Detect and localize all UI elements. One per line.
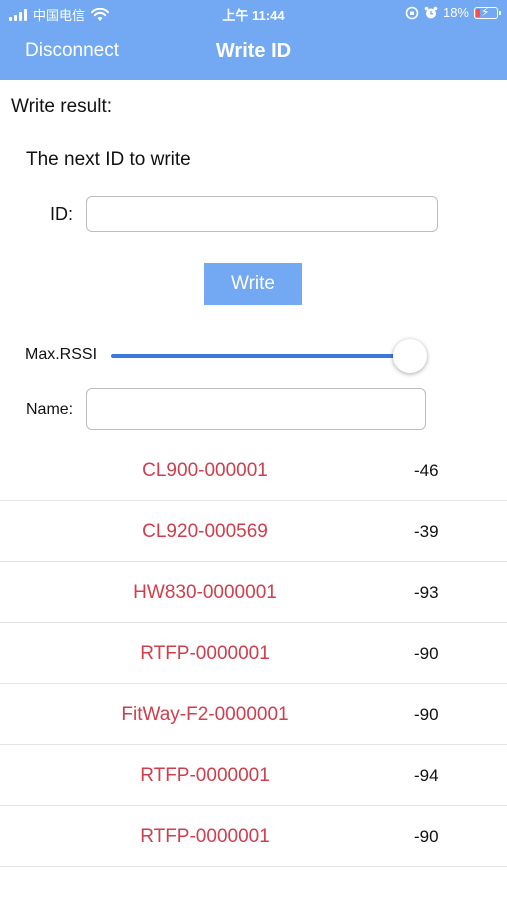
device-name: RTFP-0000001 [140, 826, 270, 847]
device-rssi: -46 [414, 461, 439, 480]
max-rssi-slider-thumb[interactable] [393, 339, 427, 373]
id-input[interactable] [86, 196, 438, 232]
header: 中国电信 上午 11:44 18% ⚡ Disconnect Write ID [0, 0, 507, 80]
device-name: CL900-000001 [142, 460, 268, 481]
orientation-lock-icon [405, 6, 419, 19]
device-name: CL920-000569 [142, 521, 268, 542]
id-label: ID: [50, 204, 74, 224]
device-row[interactable]: CL920-000569 -39 [0, 501, 507, 562]
name-input[interactable] [86, 388, 426, 430]
write-result-label: Write result: [11, 96, 113, 117]
device-row[interactable]: RTFP-0000001 -90 [0, 806, 507, 867]
device-name: HW830-0000001 [133, 582, 277, 603]
device-rssi: -90 [414, 644, 439, 663]
page-title: Write ID [215, 40, 292, 62]
next-id-label: The next ID to write [26, 149, 191, 170]
write-button[interactable]: Write [204, 263, 302, 305]
device-row[interactable]: HW830-0000001 -93 [0, 562, 507, 623]
battery-percent: 18% [442, 5, 469, 20]
alarm-icon [424, 6, 438, 18]
max-rssi-slider-track[interactable] [111, 354, 410, 358]
device-rssi: -94 [414, 766, 439, 785]
device-rssi: -93 [414, 583, 439, 602]
device-rssi: -39 [414, 522, 439, 541]
name-label: Name: [26, 401, 74, 418]
device-rssi: -90 [414, 827, 439, 846]
device-name: RTFP-0000001 [140, 765, 270, 786]
device-name: RTFP-0000001 [140, 643, 270, 664]
battery-icon: ⚡ [474, 5, 501, 19]
device-list: CL900-000001 -46 CL920-000569 -39 HW830-… [0, 440, 507, 867]
device-row[interactable]: RTFP-0000001 -90 [0, 623, 507, 684]
device-rssi: -90 [414, 705, 439, 724]
device-row[interactable]: FitWay-F2-0000001 -90 [0, 684, 507, 745]
status-bar: 中国电信 上午 11:44 18% ⚡ [0, 0, 507, 28]
device-row[interactable]: RTFP-0000001 -94 [0, 745, 507, 806]
device-name: FitWay-F2-0000001 [121, 704, 289, 725]
max-rssi-label: Max.RSSI [25, 346, 98, 363]
device-row[interactable]: CL900-000001 -46 [0, 440, 507, 501]
